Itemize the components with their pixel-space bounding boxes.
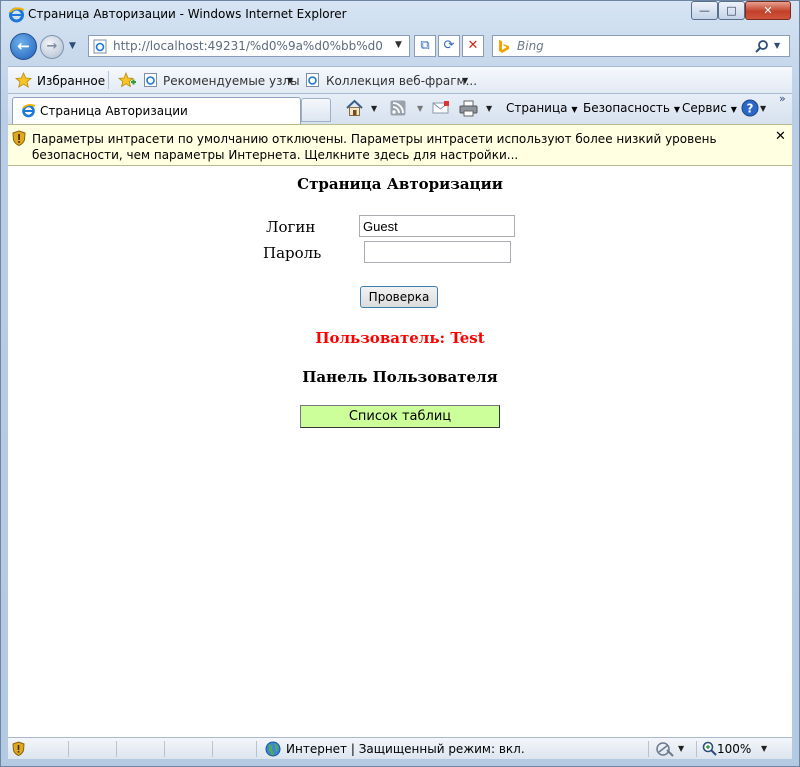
search-input[interactable]: Bing xyxy=(517,39,544,53)
ie-logo-icon xyxy=(9,7,25,23)
new-tab-button[interactable] xyxy=(301,98,331,122)
more-commands-chevron-icon[interactable]: » xyxy=(779,92,786,105)
safety-menu[interactable]: Безопасность ▼ xyxy=(583,101,680,115)
tools-menu-label: Сервис xyxy=(682,101,727,115)
favorites-separator xyxy=(108,71,109,89)
web-slice-gallery-link[interactable]: Коллекция веб-фрагм... xyxy=(326,74,477,88)
address-dropdown-icon[interactable]: ▼ xyxy=(395,40,402,50)
popup-blocker-icon[interactable] xyxy=(656,741,674,757)
zoom-level[interactable]: 100% xyxy=(717,742,751,756)
zoom-icon[interactable] xyxy=(702,741,717,756)
print-icon[interactable] xyxy=(459,100,478,117)
help-chevron-icon[interactable]: ▼ xyxy=(760,104,766,113)
status-separator xyxy=(212,741,213,757)
maximize-button[interactable]: □ xyxy=(718,1,745,20)
favorites-bar: Избранное Рекомендуемые узлы ▼ Коллекция… xyxy=(8,66,792,94)
star-icon xyxy=(15,72,32,88)
login-input[interactable] xyxy=(359,215,515,237)
ie-page-icon xyxy=(144,73,157,87)
status-separator xyxy=(68,741,69,757)
print-chevron-icon[interactable]: ▼ xyxy=(486,104,492,113)
page-menu-label: Страница xyxy=(506,101,568,115)
suggested-sites-link[interactable]: Рекомендуемые узлы xyxy=(163,74,300,88)
ie-logo-icon xyxy=(22,103,36,118)
back-arrow-icon: ← xyxy=(17,37,30,55)
status-bar: Интернет | Защищенный режим: вкл. ▼ 100%… xyxy=(8,737,792,759)
zoom-chevron-icon[interactable]: ▼ xyxy=(761,744,767,753)
tools-menu-chevron-icon: ▼ xyxy=(730,105,737,114)
title-bar: Страница Авторизации - Windows Internet … xyxy=(0,0,800,30)
stop-button[interactable]: ✕ xyxy=(462,35,484,57)
minimize-icon: — xyxy=(699,4,710,17)
page-menu-chevron-icon: ▼ xyxy=(571,105,578,114)
search-box[interactable]: Bing ▼ xyxy=(492,35,790,57)
home-icon[interactable] xyxy=(345,99,364,117)
status-separator xyxy=(164,741,165,757)
svg-text:?: ? xyxy=(747,102,754,116)
ie-page-icon xyxy=(306,73,319,87)
user-status-text: Пользователь: Test xyxy=(315,329,485,347)
status-separator xyxy=(256,741,257,757)
add-to-favorites-icon[interactable] xyxy=(118,72,136,88)
recent-pages-chevron-icon[interactable]: ▼ xyxy=(69,41,76,51)
compatibility-view-button[interactable]: ⧉ xyxy=(414,35,436,57)
forward-arrow-icon: → xyxy=(46,39,58,54)
stop-icon: ✕ xyxy=(467,38,479,53)
bing-logo-icon xyxy=(499,40,509,53)
information-bar-close-icon[interactable]: ✕ xyxy=(775,129,786,144)
suggested-sites-chevron-icon[interactable]: ▼ xyxy=(287,76,293,85)
status-separator xyxy=(696,741,697,757)
status-separator xyxy=(116,741,117,757)
security-zone-text[interactable]: Интернет | Защищенный режим: вкл. xyxy=(286,742,525,756)
close-icon: ✕ xyxy=(763,4,773,17)
shield-warning-icon xyxy=(12,741,25,756)
popup-blocker-chevron-icon[interactable]: ▼ xyxy=(678,744,684,753)
status-separator xyxy=(648,741,649,757)
feeds-chevron-icon[interactable]: ▼ xyxy=(417,104,423,113)
address-input[interactable]: http://localhost:49231/%d0%9a%d0%bb%d0%b… xyxy=(113,39,383,53)
help-icon[interactable]: ? xyxy=(741,99,759,117)
web-slice-gallery-chevron-icon[interactable]: ▼ xyxy=(462,76,468,85)
refresh-icon: ⟳ xyxy=(443,38,455,53)
shield-warning-icon xyxy=(12,130,26,146)
minimize-button[interactable]: — xyxy=(691,1,718,20)
home-chevron-icon[interactable]: ▼ xyxy=(371,104,377,113)
login-label: Логин xyxy=(266,218,316,236)
safety-menu-chevron-icon: ▼ xyxy=(673,105,680,114)
information-bar-message[interactable]: Параметры интрасети по умолчанию отключе… xyxy=(32,131,752,163)
address-bar[interactable]: http://localhost:49231/%d0%9a%d0%bb%d0%b… xyxy=(88,35,410,57)
favorites-button[interactable]: Избранное xyxy=(37,74,105,88)
search-icon[interactable] xyxy=(755,39,769,53)
page-menu[interactable]: Страница ▼ xyxy=(506,101,578,115)
safety-menu-label: Безопасность xyxy=(583,101,670,115)
compatibility-icon: ⧉ xyxy=(420,38,430,53)
page-title: Страница Авторизации xyxy=(297,175,503,193)
back-button[interactable]: ← xyxy=(10,33,37,60)
tab-title: Страница Авторизации xyxy=(40,104,188,118)
tools-menu[interactable]: Сервис ▼ xyxy=(682,101,737,115)
information-bar[interactable]: Параметры интрасети по умолчанию отключе… xyxy=(8,124,792,166)
maximize-icon: □ xyxy=(726,4,737,17)
tab-authorization-page[interactable]: Страница Авторизации xyxy=(12,97,301,124)
table-list-button[interactable]: Список таблиц xyxy=(300,405,500,428)
check-button[interactable]: Проверка xyxy=(360,286,438,308)
globe-icon xyxy=(265,741,281,757)
read-mail-icon[interactable] xyxy=(432,101,450,115)
password-input[interactable] xyxy=(364,241,511,263)
search-options-chevron-icon[interactable]: ▼ xyxy=(774,41,780,50)
window-title: Страница Авторизации - Windows Internet … xyxy=(28,7,347,21)
feeds-icon[interactable] xyxy=(390,100,406,116)
refresh-button[interactable]: ⟳ xyxy=(438,35,460,57)
user-panel-title: Панель Пользователя xyxy=(302,368,498,386)
page-icon xyxy=(93,39,107,54)
password-label: Пароль xyxy=(263,244,322,262)
close-window-button[interactable]: ✕ xyxy=(745,1,791,20)
forward-button[interactable]: → xyxy=(40,35,64,59)
